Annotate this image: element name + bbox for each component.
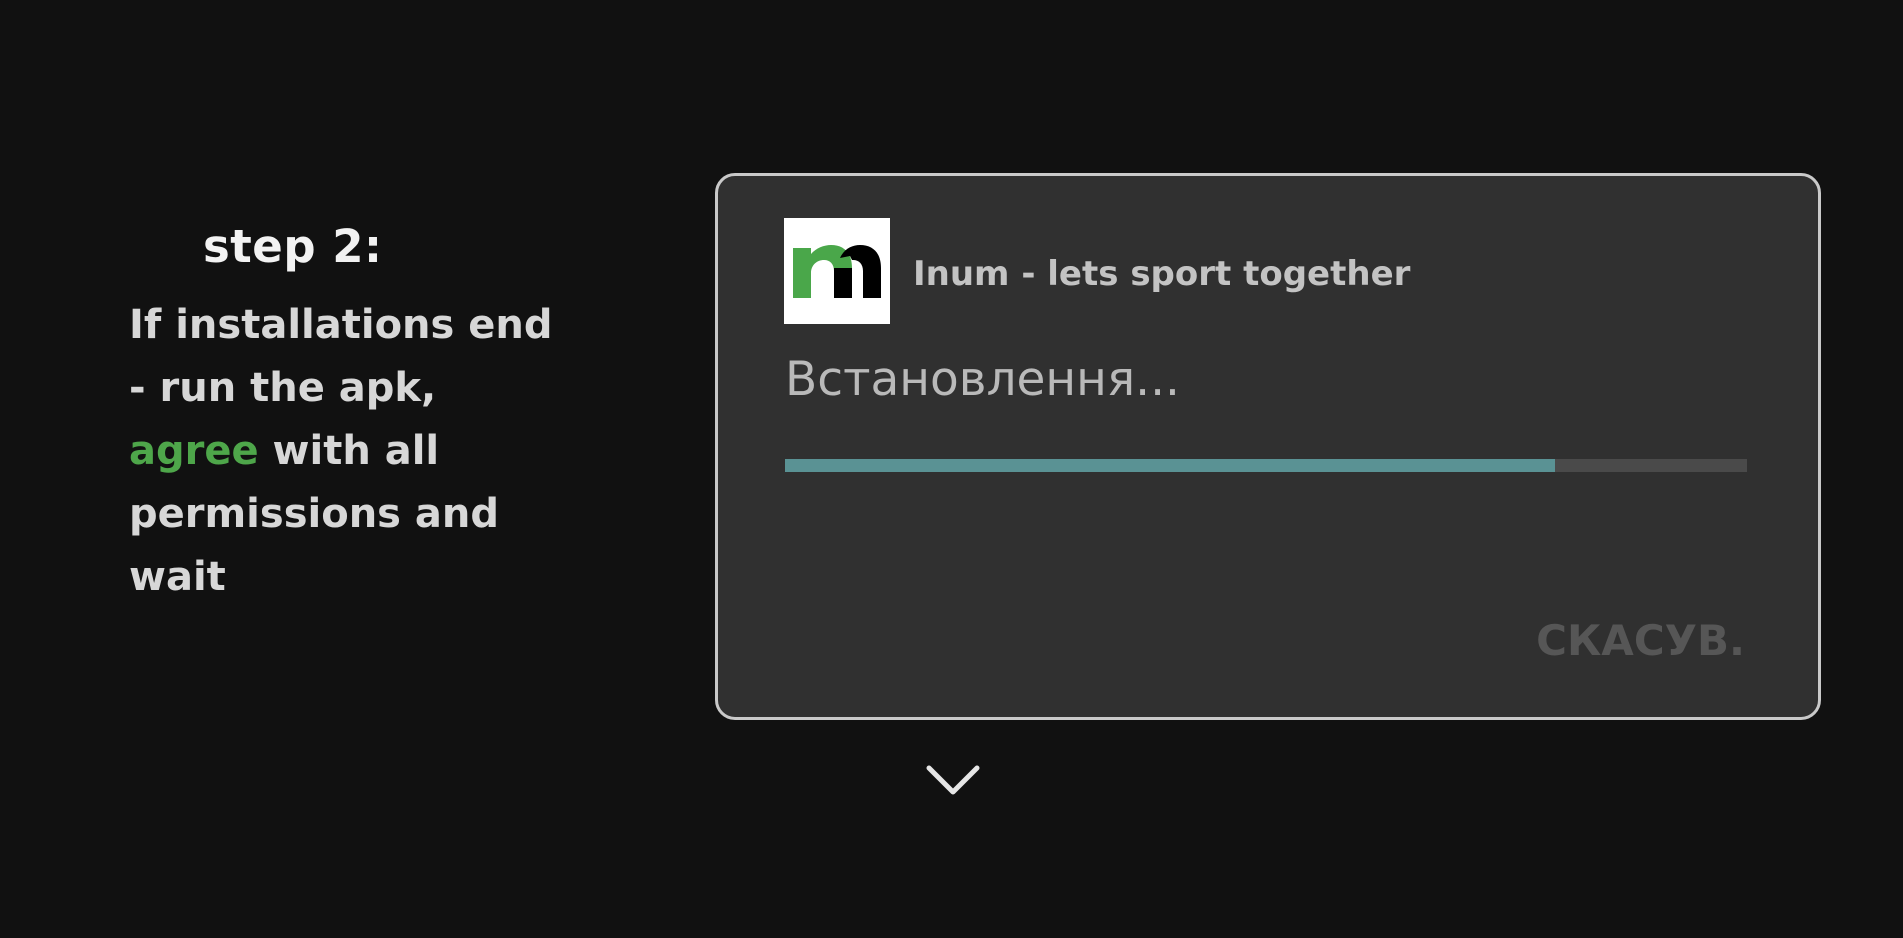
page: step 2: If installations end - run the a…	[0, 0, 1903, 938]
instructions-text: If installations end - run the apk, agre…	[129, 294, 569, 609]
install-dialog: Inum - lets sport together Встановлення.…	[715, 173, 1821, 720]
install-status: Встановлення...	[785, 352, 1180, 407]
install-progress-fill	[785, 459, 1555, 472]
step-title: step 2:	[203, 220, 383, 273]
instructions-line-2: - run the apk,	[129, 365, 437, 411]
agree-highlight: agree	[129, 428, 259, 474]
cancel-button[interactable]: СКАСУВ.	[1536, 616, 1745, 665]
instructions-line-4: permissions and	[129, 491, 499, 537]
inum-logo-icon	[784, 218, 890, 324]
instructions-line-1: If installations end	[129, 302, 553, 348]
install-progress-bar	[785, 459, 1747, 472]
instructions-line-3-rest: with all	[258, 428, 440, 474]
instructions-line-3: agree with all	[129, 420, 569, 483]
chevron-down-icon[interactable]	[925, 760, 981, 800]
app-name: Inum - lets sport together	[913, 254, 1411, 294]
instructions-line-5: wait	[129, 554, 226, 600]
